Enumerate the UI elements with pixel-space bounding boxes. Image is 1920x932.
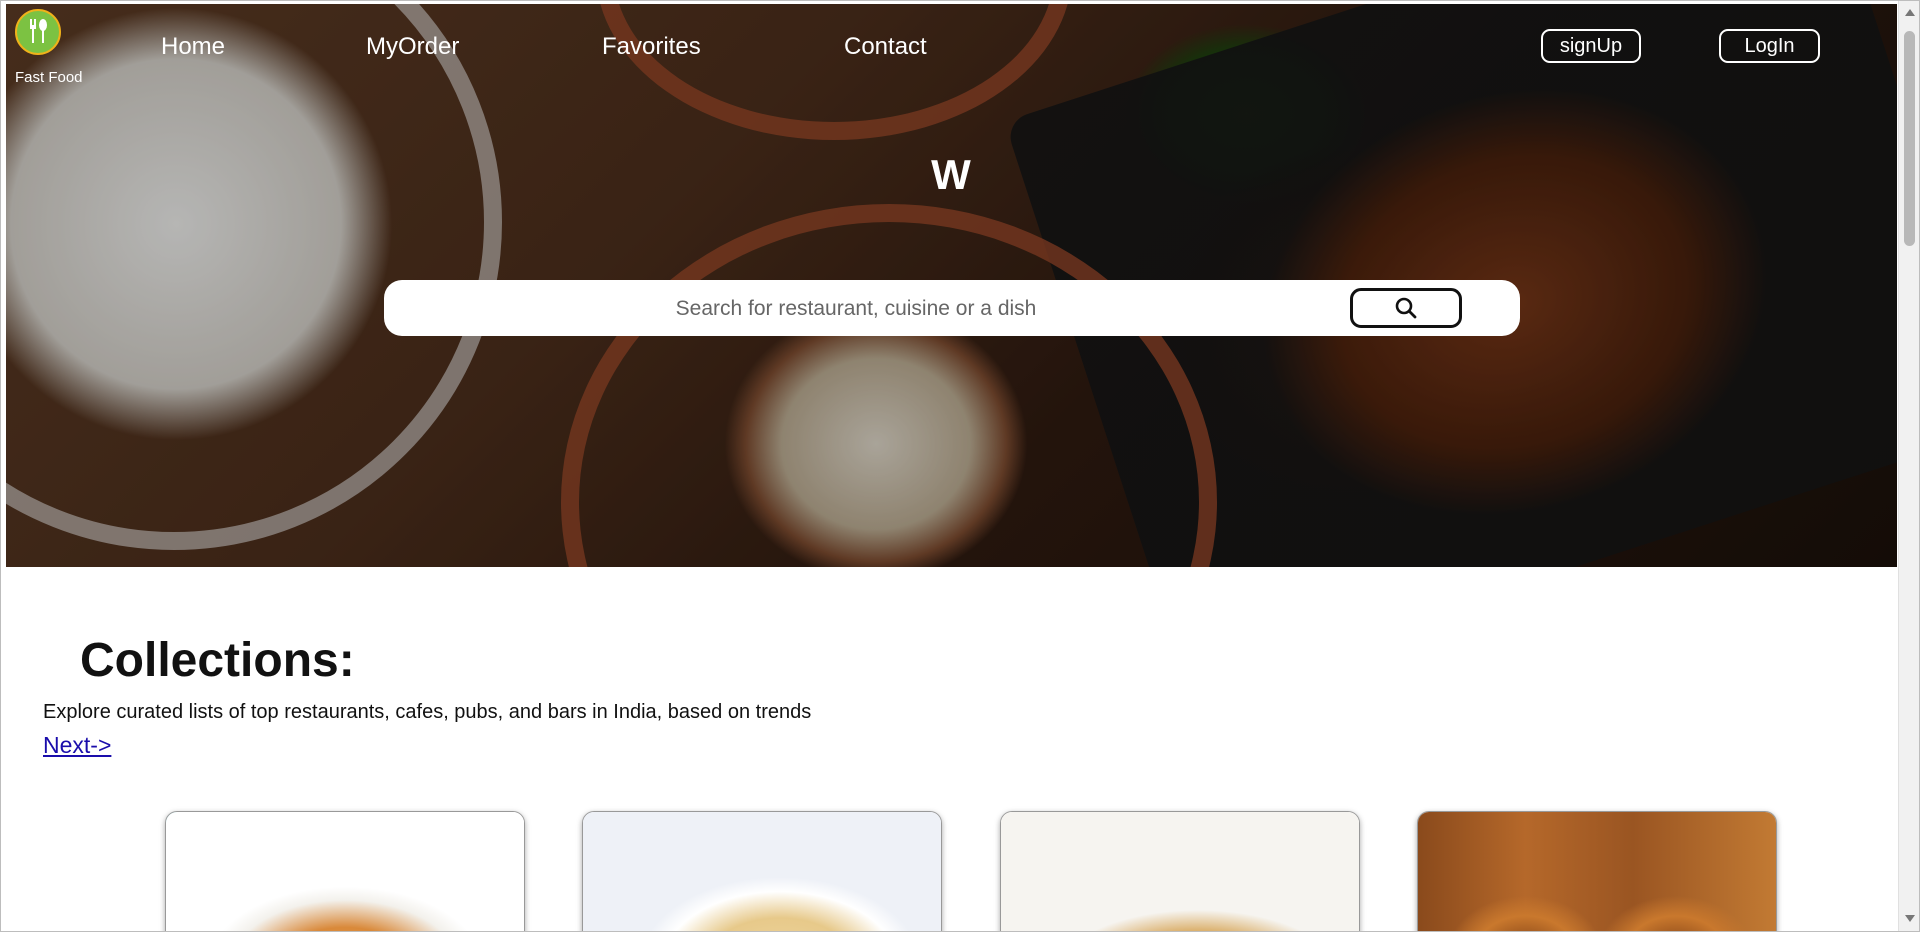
collection-card-tagliatelle[interactable] [1000,811,1360,931]
scroll-thumb[interactable] [1904,31,1915,246]
search-button[interactable] [1350,288,1462,328]
grilled-sandwich-image [1418,812,1776,931]
signup-button[interactable]: signUp [1541,29,1641,63]
collections-description: Explore curated lists of top restaurants… [43,701,812,723]
nav-favorites[interactable]: Favorites [602,33,701,61]
browser-viewport: Fast Food Home MyOrder Favorites Contact… [0,0,1920,932]
collection-card-sandwich[interactable] [1417,811,1777,931]
nav-home[interactable]: Home [161,33,225,61]
collections-title: Collections: [80,634,355,687]
nav-myorder[interactable]: MyOrder [366,33,459,61]
brand-name: Fast Food [15,69,83,86]
tagliatelle-pasta-image [1001,812,1359,931]
collections-next-link[interactable]: Next-> [43,732,111,759]
nav-contact[interactable]: Contact [844,33,927,61]
spaghetti-plate-image [166,812,524,931]
search-icon [1395,297,1417,319]
collection-card-fettuccine[interactable] [582,811,942,931]
page-scrollbar[interactable] [1898,1,1919,931]
hero-title: W [931,151,971,198]
search-bar [384,280,1520,336]
brand-logo[interactable] [15,9,61,55]
fettuccine-bowl-image [583,812,941,931]
login-button[interactable]: LogIn [1719,29,1820,63]
fork-spoon-icon [30,19,47,43]
collection-card-spaghetti[interactable] [165,811,525,931]
scroll-up-arrow-icon[interactable] [1905,9,1915,16]
scroll-down-arrow-icon[interactable] [1905,915,1915,922]
search-input[interactable] [404,288,1308,330]
